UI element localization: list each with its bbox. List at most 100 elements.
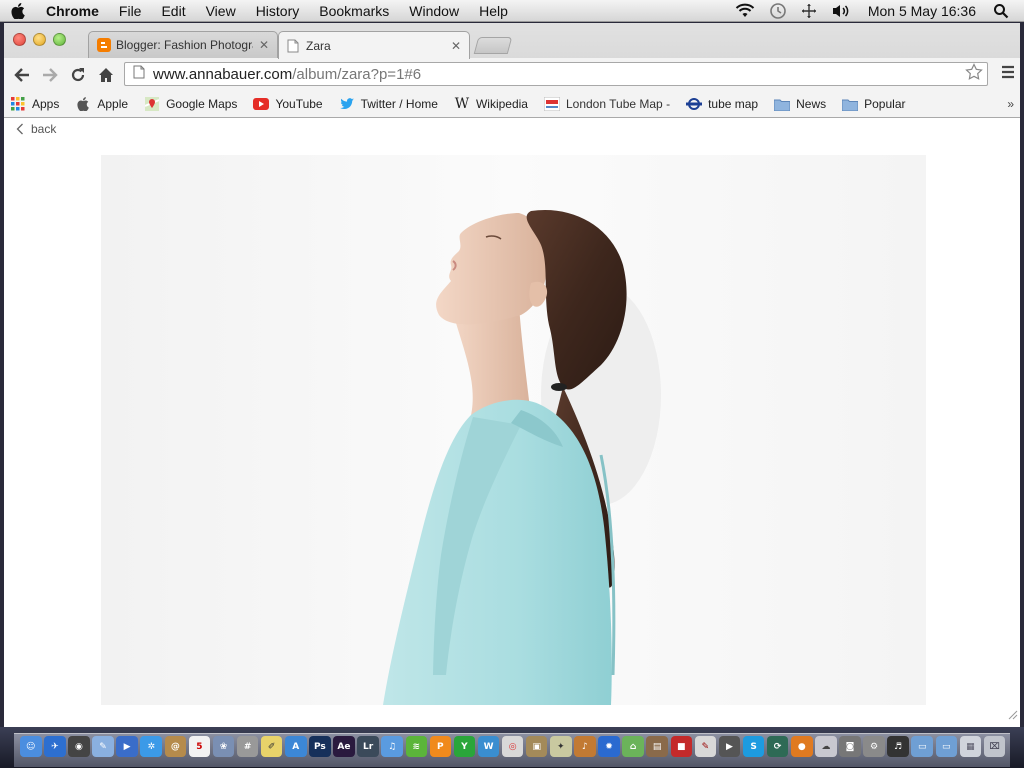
bookmark-folder-popular[interactable]: Popular — [842, 97, 906, 111]
tab-zara[interactable]: Zara ✕ — [278, 31, 470, 59]
bookmark-tube-map[interactable]: tube map — [686, 97, 758, 111]
forward-button[interactable] — [36, 61, 64, 89]
y-app-icon[interactable]: Y — [453, 736, 476, 757]
bookmark-apple[interactable]: Apple — [75, 97, 128, 111]
bookmark-youtube[interactable]: YouTube — [253, 97, 323, 111]
bookmark-folder-news[interactable]: News — [774, 97, 826, 111]
bookmark-wikipedia[interactable]: W Wikipedia — [454, 96, 528, 112]
launchpad-icon[interactable]: ✈ — [44, 736, 66, 757]
bookmark-label: Apps — [32, 97, 60, 111]
page-info-icon[interactable] — [133, 65, 145, 83]
chrome-icon[interactable]: ◎ — [501, 736, 524, 757]
preview-icon[interactable]: ✎ — [92, 736, 114, 757]
app-menu-chrome[interactable]: Chrome — [36, 0, 109, 22]
documents-folder-icon[interactable]: ▭ — [935, 736, 958, 757]
back-button[interactable] — [8, 61, 36, 89]
contacts-icon[interactable]: @ — [164, 736, 187, 757]
safari-icon[interactable]: ✲ — [140, 736, 162, 757]
chrome-menu-button[interactable] — [1000, 64, 1016, 85]
reload-button[interactable] — [64, 61, 92, 89]
w-app-icon[interactable]: W — [477, 736, 500, 757]
apple-menu-icon[interactable] — [0, 2, 36, 19]
page-icon — [287, 39, 301, 53]
bird-app-icon[interactable]: ✦ — [550, 736, 572, 757]
folder-icon — [774, 97, 791, 111]
tab-blogger[interactable]: Blogger: Fashion Photography ✕ — [88, 31, 278, 58]
finder-icon[interactable]: ☺ — [20, 736, 42, 757]
record-icon[interactable]: ■ — [670, 736, 693, 757]
zoom-window-button[interactable] — [53, 33, 66, 46]
move-icon[interactable] — [794, 3, 824, 19]
facetime-camera-icon[interactable]: ▶ — [718, 736, 741, 757]
bookmark-label: News — [796, 97, 827, 111]
home-button[interactable] — [92, 61, 120, 89]
apple-icon — [75, 97, 91, 111]
applications-folder-icon[interactable]: ▭ — [911, 736, 933, 757]
bookmark-google-maps[interactable]: Google Maps — [144, 97, 237, 111]
system-preferences-icon[interactable]: ⚙ — [863, 736, 885, 757]
back-link-label: back — [31, 122, 57, 136]
photo-booth-icon[interactable]: ▤ — [646, 736, 668, 757]
menu-file[interactable]: File — [109, 0, 152, 22]
bookmark-label: Google Maps — [166, 97, 238, 111]
time-machine-dock-icon[interactable]: ⟳ — [766, 736, 789, 757]
menu-edit[interactable]: Edit — [151, 0, 195, 22]
menu-window[interactable]: Window — [399, 0, 469, 22]
guitar-icon[interactable]: ♪ — [574, 736, 596, 757]
photoshop-icon[interactable]: Ps — [309, 736, 331, 757]
skype-icon[interactable]: S — [742, 736, 765, 757]
menu-bookmarks[interactable]: Bookmarks — [309, 0, 399, 22]
youtube-icon — [253, 97, 270, 111]
underground-roundel-icon — [686, 97, 703, 111]
wifi-icon[interactable] — [728, 3, 762, 18]
bookmark-label: tube map — [708, 97, 759, 111]
after-effects-icon[interactable]: Ae — [333, 736, 355, 757]
apps-grid-icon — [10, 97, 26, 111]
lightroom-icon[interactable]: Lr — [357, 736, 379, 757]
close-window-button[interactable] — [13, 33, 26, 46]
bookmark-label: Popular — [864, 97, 906, 111]
back-link[interactable]: back — [16, 122, 56, 136]
chevron-left-icon — [16, 123, 23, 135]
spotify-icon[interactable]: ≋ — [405, 736, 427, 757]
cloud-app-icon[interactable]: ☁ — [815, 736, 837, 757]
trash-icon[interactable]: ⌧ — [983, 736, 1006, 757]
spotlight-search-icon[interactable] — [986, 3, 1016, 19]
downloads-stack-icon[interactable]: ▦ — [959, 736, 982, 757]
bookmark-london-tube-map[interactable]: London Tube Map - — [543, 97, 670, 111]
p-app-icon[interactable]: P — [429, 736, 452, 757]
menu-help[interactable]: Help — [469, 0, 518, 22]
menu-clock[interactable]: Mon 5 May 16:36 — [858, 3, 986, 19]
calendar-icon[interactable]: 5 — [188, 736, 211, 757]
tab-title: Zara — [306, 38, 331, 53]
time-machine-icon[interactable] — [762, 2, 794, 20]
dashboard-icon[interactable]: ◉ — [68, 736, 90, 757]
volume-icon[interactable] — [824, 3, 858, 19]
app-store-icon[interactable]: A — [285, 736, 307, 757]
acrobat-icon[interactable]: ✎ — [694, 736, 717, 757]
photos-icon[interactable]: ❀ — [212, 736, 235, 757]
album-photo[interactable] — [101, 155, 926, 705]
bookmark-twitter[interactable]: Twitter / Home — [339, 97, 438, 111]
new-tab-button[interactable] — [473, 37, 513, 54]
bookmark-apps[interactable]: Apps — [10, 97, 59, 111]
facetime-icon[interactable]: ▶ — [116, 736, 138, 757]
itunes-alt-icon[interactable]: ♬ — [887, 736, 909, 757]
calculator-icon[interactable]: # — [236, 736, 259, 757]
close-tab-icon[interactable]: ✕ — [451, 39, 461, 53]
firefox-icon[interactable]: ● — [791, 736, 813, 757]
menu-history[interactable]: History — [246, 0, 310, 22]
itunes-icon[interactable]: ♫ — [381, 736, 403, 757]
stickies-icon[interactable]: ✐ — [260, 736, 283, 757]
sync-icon[interactable]: ✹ — [598, 736, 620, 757]
address-bar[interactable]: www.annabauer.com/album/zara?p=1#6 — [124, 62, 988, 86]
image-capture-icon[interactable]: ▣ — [525, 736, 548, 757]
camera-icon[interactable]: ◙ — [839, 736, 861, 757]
window-resize-grip[interactable] — [1006, 707, 1018, 725]
bookmark-star-icon[interactable] — [965, 63, 983, 85]
maps-icon[interactable]: ⌂ — [622, 736, 644, 757]
minimize-window-button[interactable] — [33, 33, 46, 46]
bookmarks-overflow-button[interactable]: » — [1007, 97, 1014, 111]
menu-view[interactable]: View — [196, 0, 246, 22]
close-tab-icon[interactable]: ✕ — [259, 38, 269, 52]
